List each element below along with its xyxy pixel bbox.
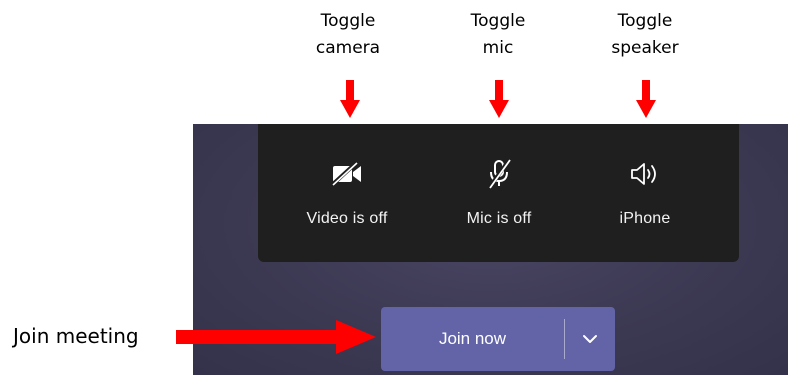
annotation-toggle-camera: Toggle camera — [293, 8, 403, 62]
join-now-button[interactable]: Join now — [381, 307, 564, 371]
arrow-down-icon — [489, 80, 509, 118]
arrow-down-icon — [340, 80, 360, 118]
speaker-icon — [625, 158, 665, 190]
annotation-line: Toggle — [617, 11, 673, 31]
toggle-mic-button[interactable]: Mic is off — [424, 124, 574, 262]
annotation-toggle-mic: Toggle mic — [443, 8, 553, 62]
mic-off-icon — [479, 158, 519, 190]
join-now-split-button: Join now — [381, 307, 615, 371]
speaker-device-label: iPhone — [619, 210, 671, 227]
annotation-line: speaker — [611, 38, 679, 58]
annotation-line: camera — [315, 38, 381, 58]
video-off-icon — [327, 158, 367, 190]
annotation-toggle-speaker: Toggle speaker — [590, 8, 700, 62]
annotation-join-meeting: Join meeting — [13, 324, 139, 348]
video-status-label: Video is off — [306, 210, 388, 227]
mic-status-label: Mic is off — [466, 210, 532, 227]
annotation-line: Toggle — [470, 11, 526, 31]
chevron-down-icon — [583, 335, 597, 343]
join-options-dropdown[interactable] — [565, 307, 615, 371]
annotation-line: mic — [482, 38, 514, 58]
arrow-right-icon — [176, 320, 376, 354]
toggle-speaker-button[interactable]: iPhone — [570, 124, 720, 262]
stage: Toggle camera Toggle mic Toggle speaker — [0, 0, 788, 375]
arrow-down-icon — [636, 80, 656, 118]
device-controls-bar: Video is off Mic is off iPhone — [258, 124, 739, 262]
annotation-line: Toggle — [320, 11, 376, 31]
toggle-camera-button[interactable]: Video is off — [272, 124, 422, 262]
